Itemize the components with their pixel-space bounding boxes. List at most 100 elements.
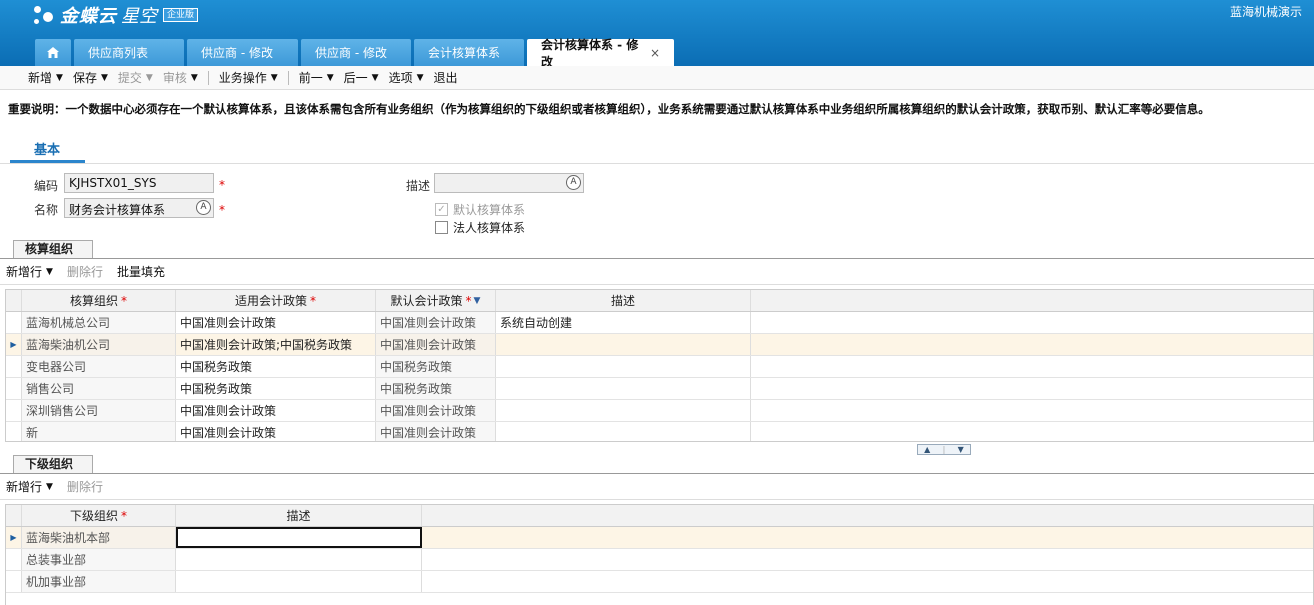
cell-accounting-org[interactable]: 蓝海机械总公司 xyxy=(22,312,176,333)
cell-description[interactable] xyxy=(496,422,751,441)
table-row[interactable]: ▶ 蓝海柴油机公司 中国准则会计政策;中国税务政策 中国准则会计政策 xyxy=(6,334,1313,356)
cell-description[interactable] xyxy=(176,571,422,592)
delete-row-button[interactable]: 删除行 xyxy=(67,478,103,495)
multilang-icon[interactable]: A xyxy=(196,200,211,215)
next-button[interactable]: 后一 ▼ xyxy=(344,69,379,86)
cell-applicable-policy[interactable]: 中国准则会计政策 xyxy=(176,400,376,421)
logo-sub: 星空 xyxy=(121,6,157,27)
user-name[interactable]: 蓝海机械演示 xyxy=(1230,3,1302,20)
col-filler xyxy=(751,290,1313,311)
close-icon[interactable]: × xyxy=(650,46,660,60)
col-description[interactable]: 描述 xyxy=(176,505,422,526)
submit-button[interactable]: 提交 ▼ xyxy=(118,69,153,86)
code-field[interactable]: KJHSTX01_SYS xyxy=(64,173,214,193)
filter-icon[interactable]: ▼ xyxy=(474,296,481,306)
dropdown-arrow-icon[interactable]: ▼ xyxy=(46,482,53,492)
cell-accounting-org[interactable]: 变电器公司 xyxy=(22,356,176,377)
table-row[interactable]: 销售公司 中国税务政策 中国税务政策 xyxy=(6,378,1313,400)
tab-home[interactable] xyxy=(35,39,71,66)
col-applicable-policy[interactable]: 适用会计政策 * xyxy=(176,290,376,311)
cell-default-policy[interactable]: 中国税务政策 xyxy=(376,378,496,399)
cell-accounting-org[interactable]: 深圳销售公司 xyxy=(22,400,176,421)
tab-label: 会计核算体系 - 修改 xyxy=(541,37,639,69)
tab-basic[interactable]: 基本 xyxy=(10,139,85,163)
business-operation-button[interactable]: 业务操作 ▼ xyxy=(219,69,278,86)
cell-sub-org[interactable]: 蓝海柴油机本部 xyxy=(22,527,176,548)
cell-description[interactable] xyxy=(496,356,751,377)
tab-accounting-system[interactable]: 会计核算体系 xyxy=(414,39,524,66)
dropdown-arrow-icon[interactable]: ▼ xyxy=(56,73,63,83)
add-row-button[interactable]: 新增行 ▼ xyxy=(6,478,53,495)
table-row[interactable]: 新中国准则会计政策 中国准则会计政策 xyxy=(6,422,1313,441)
cell-description[interactable] xyxy=(496,378,751,399)
new-button[interactable]: 新增 ▼ xyxy=(28,69,63,86)
cell-accounting-org[interactable]: 销售公司 xyxy=(22,378,176,399)
col-default-policy[interactable]: 默认会计政策 * ▼ xyxy=(376,290,496,311)
cell-description[interactable] xyxy=(176,549,422,570)
cell-default-policy[interactable]: 中国准则会计政策 xyxy=(376,400,496,421)
cell-description[interactable] xyxy=(496,400,751,421)
cell-sub-org[interactable]: 机加事业部 xyxy=(22,571,176,592)
submit-label: 提交 xyxy=(117,71,142,85)
dropdown-arrow-icon[interactable]: ▼ xyxy=(46,267,53,277)
sub-org-group-tab[interactable]: 下级组织 xyxy=(13,455,93,473)
dropdown-arrow-icon[interactable]: ▼ xyxy=(372,73,379,83)
description-field[interactable]: A xyxy=(434,173,584,193)
save-button[interactable]: 保存 ▼ xyxy=(73,69,108,86)
cell-default-policy[interactable]: 中国税务政策 xyxy=(376,356,496,377)
cell-default-policy[interactable]: 中国准则会计政策 xyxy=(376,422,496,441)
panel-splitter[interactable]: ▲ | ▼ xyxy=(917,444,971,455)
multilang-icon[interactable]: A xyxy=(566,175,581,190)
accounting-org-group-tab[interactable]: 核算组织 xyxy=(13,240,93,258)
col-label: 描述 xyxy=(286,509,311,523)
logo-icon xyxy=(30,2,56,28)
dropdown-arrow-icon[interactable]: ▼ xyxy=(146,73,153,83)
prev-button[interactable]: 前一 ▼ xyxy=(299,69,334,86)
dropdown-arrow-icon[interactable]: ▼ xyxy=(101,73,108,83)
batch-fill-button[interactable]: 批量填充 xyxy=(117,263,165,280)
cell-sub-org[interactable]: 总装事业部 xyxy=(22,549,176,570)
cell-accounting-org[interactable]: 蓝海柴油机公司 xyxy=(22,334,176,355)
table-row[interactable]: 深圳销售公司 中国准则会计政策 中国准则会计政策 xyxy=(6,400,1313,422)
table-row[interactable]: 总装事业部 xyxy=(6,549,1313,571)
dropdown-arrow-icon[interactable]: ▼ xyxy=(417,73,424,83)
table-row[interactable]: ▶ 蓝海柴油机本部 xyxy=(6,527,1313,549)
col-description[interactable]: 描述 xyxy=(496,290,751,311)
default-system-checkbox[interactable]: ✓ 默认核算体系 xyxy=(435,201,525,218)
dropdown-arrow-icon[interactable]: ▼ xyxy=(327,73,334,83)
tab-supplier-edit-2[interactable]: 供应商 - 修改 xyxy=(301,39,411,66)
grid-header: 核算组织 * 适用会计政策 * 默认会计政策 * ▼ 描述 xyxy=(6,290,1313,312)
table-row[interactable]: 机加事业部 xyxy=(6,571,1313,593)
name-field[interactable]: 财务会计核算体系 A xyxy=(64,198,214,218)
tab-supplier-list[interactable]: 供应商列表 xyxy=(74,39,184,66)
delete-row-button[interactable]: 删除行 xyxy=(67,263,103,280)
audit-button[interactable]: 审核 ▼ xyxy=(163,69,198,86)
cell-applicable-policy[interactable]: 中国税务政策 xyxy=(176,378,376,399)
cell-applicable-policy[interactable]: 中国准则会计政策 xyxy=(176,422,376,441)
cell-description[interactable] xyxy=(176,527,422,548)
add-row-button[interactable]: 新增行 ▼ xyxy=(6,263,53,280)
cell-applicable-policy[interactable]: 中国税务政策 xyxy=(176,356,376,377)
expand-down-icon[interactable]: ▼ xyxy=(958,445,964,454)
table-row[interactable]: 变电器公司 中国税务政策 中国税务政策 xyxy=(6,356,1313,378)
cell-default-policy[interactable]: 中国准则会计政策 xyxy=(376,334,496,355)
delete-row-label: 删除行 xyxy=(66,265,103,279)
cell-description[interactable] xyxy=(496,334,751,355)
cell-accounting-org[interactable]: 新 xyxy=(22,422,176,441)
collapse-up-icon[interactable]: ▲ xyxy=(924,445,930,454)
col-accounting-org[interactable]: 核算组织 * xyxy=(22,290,176,311)
dropdown-arrow-icon[interactable]: ▼ xyxy=(191,73,198,83)
tab-accounting-system-edit[interactable]: 会计核算体系 - 修改 × xyxy=(527,38,674,69)
dropdown-arrow-icon[interactable]: ▼ xyxy=(271,73,278,83)
col-sub-org[interactable]: 下级组织 * xyxy=(22,505,176,526)
exit-button[interactable]: 退出 xyxy=(434,69,458,86)
legal-system-checkbox[interactable]: 法人核算体系 xyxy=(435,219,525,236)
options-button[interactable]: 选项 ▼ xyxy=(389,69,424,86)
table-row[interactable]: 蓝海机械总公司 中国准则会计政策 中国准则会计政策 系统自动创建 xyxy=(6,312,1313,334)
cell-default-policy[interactable]: 中国准则会计政策 xyxy=(376,312,496,333)
cell-applicable-policy[interactable]: 中国准则会计政策 xyxy=(176,312,376,333)
cell-applicable-policy[interactable]: 中国准则会计政策;中国税务政策 xyxy=(176,334,376,355)
add-row-label: 新增行 xyxy=(6,480,43,494)
cell-description[interactable]: 系统自动创建 xyxy=(496,312,751,333)
tab-supplier-edit-1[interactable]: 供应商 - 修改 xyxy=(187,39,298,66)
